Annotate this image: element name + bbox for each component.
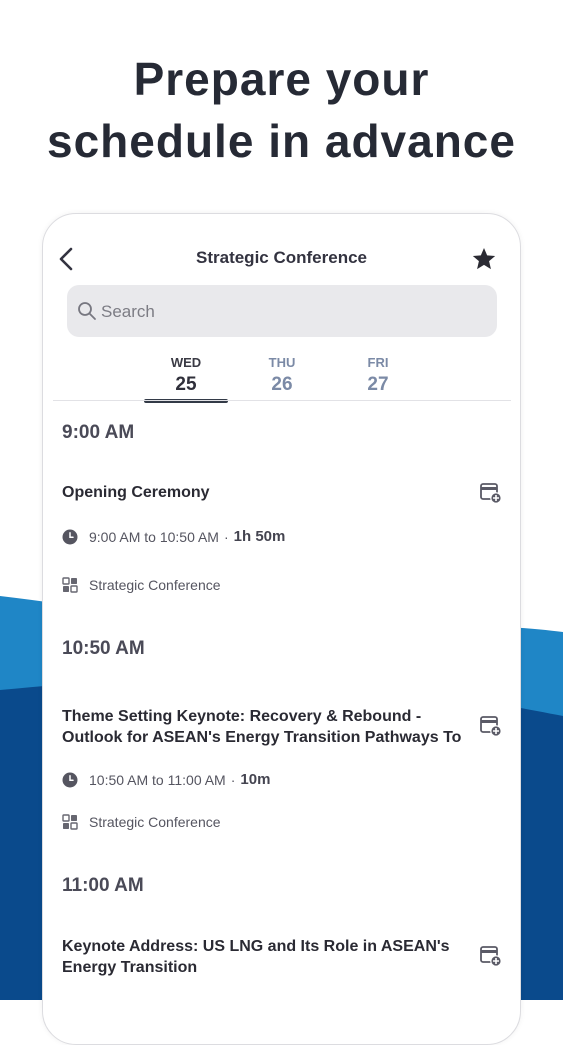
clock-icon xyxy=(62,772,78,787)
page-title: Strategic Conference xyxy=(196,248,367,267)
day-of-week: THU xyxy=(268,355,296,370)
session-duration: 10m xyxy=(240,771,271,788)
add-to-calendar-icon[interactable] xyxy=(479,944,503,968)
headline-line-2: schedule in advance xyxy=(47,115,516,167)
session-time-range: 9:00 AM to 10:50 AM xyxy=(89,528,219,545)
session-title[interactable]: Theme Setting Keynote: Recovery & Reboun… xyxy=(62,706,462,748)
day-of-week: WED xyxy=(170,355,202,370)
day-of-week: FRI xyxy=(367,355,389,370)
time-group-header: 9:00 AM xyxy=(62,422,135,443)
session-track-row: Strategic Conference xyxy=(62,577,221,593)
session-title-line: Energy Transition xyxy=(62,959,198,976)
star-icon[interactable] xyxy=(471,246,497,272)
headline: Prepare your schedule in advance xyxy=(0,48,563,172)
day-tabs: WED 25 THU 26 FRI 27 xyxy=(43,351,520,403)
tab-day-thu[interactable]: THU 26 xyxy=(240,351,324,403)
session-duration: 1h 50m xyxy=(233,528,286,545)
session-time-row: 9:00 AM to 10:50 AM · 1h 50m xyxy=(62,528,285,545)
session-track: Strategic Conference xyxy=(89,577,221,593)
separator-dot: · xyxy=(230,771,236,788)
add-to-calendar-icon[interactable] xyxy=(479,481,503,505)
session-title-line: Outlook for ASEAN's Energy Transition Pa… xyxy=(62,729,462,746)
separator-dot: · xyxy=(223,528,229,545)
tab-day-fri[interactable]: FRI 27 xyxy=(336,351,420,403)
search-bar[interactable] xyxy=(67,285,497,339)
session-title[interactable]: Opening Ceremony xyxy=(62,482,462,503)
track-grid-icon xyxy=(62,577,78,593)
session-track-row: Strategic Conference xyxy=(62,814,221,830)
time-group-header: 11:00 AM xyxy=(62,875,144,896)
session-title[interactable]: Keynote Address: US LNG and Its Role in … xyxy=(62,936,462,978)
clock-icon xyxy=(62,529,78,544)
day-number: 25 xyxy=(175,374,197,395)
session-title-line: Keynote Address: US LNG and Its Role in … xyxy=(62,938,450,955)
day-number: 26 xyxy=(271,374,293,395)
tab-day-wed[interactable]: WED 25 xyxy=(144,351,228,403)
tabs-divider xyxy=(53,400,511,401)
day-number: 27 xyxy=(367,374,389,395)
add-to-calendar-icon[interactable] xyxy=(479,714,503,738)
search-icon xyxy=(78,302,96,320)
session-track: Strategic Conference xyxy=(89,814,221,830)
track-grid-icon xyxy=(62,814,78,830)
search-input[interactable] xyxy=(99,285,483,339)
session-time-row: 10:50 AM to 11:00 AM · 10m xyxy=(62,771,270,788)
headline-line-1: Prepare your xyxy=(133,53,430,105)
time-group-header: 10:50 AM xyxy=(62,638,145,659)
session-title-line: Theme Setting Keynote: Recovery & Reboun… xyxy=(62,708,422,725)
phone-frame: Strategic Conference WED 25 THU 26 FRI 2… xyxy=(42,213,521,1045)
session-time-range: 10:50 AM to 11:00 AM xyxy=(89,771,226,788)
